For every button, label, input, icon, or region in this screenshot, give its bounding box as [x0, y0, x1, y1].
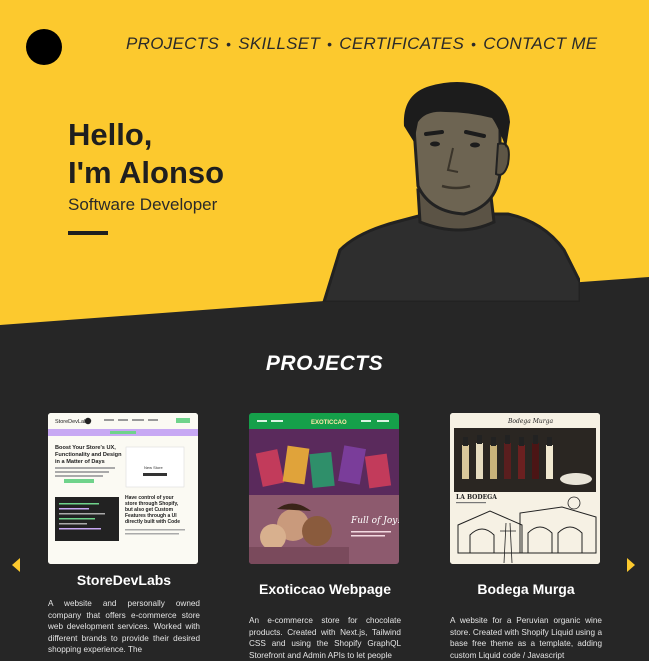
project-title: StoreDevLabs [76, 572, 172, 588]
greeting-line-2: I'm Alonso [68, 155, 225, 190]
main-nav: PROJECTS • SKILLSET • CERTIFICATES • CON… [126, 34, 597, 54]
svg-text:in a Matter of Days: in a Matter of Days [55, 459, 105, 465]
svg-text:New Store: New Store [144, 465, 163, 470]
nav-item-contact[interactable]: CONTACT ME [483, 34, 597, 54]
svg-text:directly built with Code: directly built with Code [125, 519, 180, 525]
thumb-sign: LA BODEGA [456, 494, 497, 501]
project-thumbnail[interactable]: StoreDevLabs Boost Your Store's UX, Func… [48, 413, 198, 564]
nav-separator: • [327, 36, 333, 52]
thumb-tagline: Full of Joy! [350, 516, 399, 526]
storedevlabs-screenshot: StoreDevLabs Boost Your Store's UX, Func… [48, 413, 198, 564]
nav-item-skillset[interactable]: SKILLSET [238, 34, 320, 54]
nav-item-projects[interactable]: PROJECTS [126, 34, 219, 54]
exoticcao-screenshot: EXOTICCAO Full of Joy! [249, 413, 399, 564]
project-thumbnail[interactable]: Bodega Murga LA BODEGA [450, 413, 600, 564]
hero-divider [68, 231, 108, 235]
project-thumbnail[interactable]: EXOTICCAO Full of Joy! [249, 413, 399, 564]
projects-title: PROJECTS [265, 352, 384, 375]
thumb-brand: EXOTICCAO [311, 420, 347, 426]
bodega-murga-screenshot: Bodega Murga LA BODEGA [450, 413, 600, 564]
nav-item-certificates[interactable]: CERTIFICATES [339, 34, 464, 54]
project-description: An e-commerce store for chocolate produc… [249, 616, 401, 660]
project-title: Bodega Murga [477, 581, 575, 597]
nav-separator: • [471, 36, 477, 52]
thumb-brand: StoreDevLabs [55, 419, 90, 425]
logo-icon[interactable] [26, 29, 62, 65]
project-description: A website and personally owned company t… [48, 599, 200, 654]
svg-text:Functionality and Design: Functionality and Design [55, 452, 122, 458]
chevron-right-icon[interactable] [627, 558, 635, 572]
hero-role: Software Developer [68, 195, 218, 214]
greeting-line-1: Hello, [68, 117, 153, 152]
nav-separator: • [226, 36, 232, 52]
portrait-image [322, 82, 580, 302]
thumb-brand: Bodega Murga [507, 418, 553, 425]
svg-text:Boost Your Store's UX,: Boost Your Store's UX, [55, 445, 116, 451]
project-description: A website for a Peruvian organic wine st… [450, 616, 602, 660]
chevron-left-icon[interactable] [12, 558, 20, 572]
hero-greeting: Hello, I'm Alonso [68, 116, 224, 192]
project-title: Exoticcao Webpage [258, 581, 391, 597]
